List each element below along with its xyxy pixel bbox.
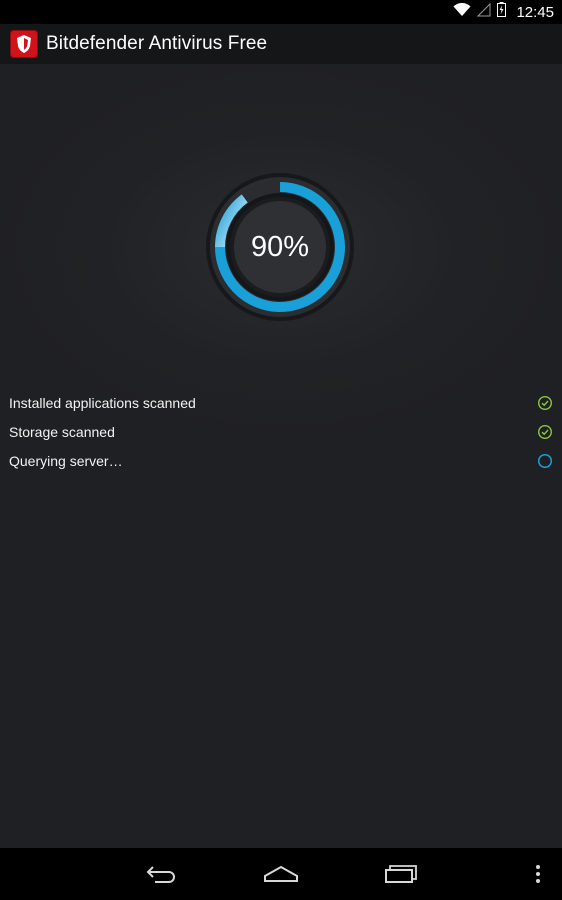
- check-circle-icon: [537, 424, 553, 440]
- overflow-menu-icon[interactable]: [526, 848, 550, 900]
- progress-percent: 90%: [250, 230, 310, 263]
- check-circle-icon: [537, 395, 553, 411]
- home-icon[interactable]: [250, 848, 312, 900]
- status-bar: 12:45: [0, 0, 562, 24]
- list-item: Installed applications scanned: [0, 388, 562, 417]
- recent-apps-icon[interactable]: [370, 848, 432, 900]
- bitdefender-shield-icon[interactable]: [10, 30, 38, 58]
- status-time: 12:45: [516, 3, 554, 21]
- step-label: Installed applications scanned: [9, 394, 196, 411]
- app-title: Bitdefender Antivirus Free: [46, 33, 268, 54]
- progress-circle-icon: [537, 453, 553, 469]
- scan-progress-ring: 90%: [205, 172, 355, 322]
- navigation-bar: [0, 848, 562, 900]
- wifi-icon: [453, 2, 471, 22]
- step-label: Storage scanned: [9, 423, 115, 440]
- status-icons: 12:45: [453, 0, 554, 24]
- scan-steps-list: Installed applications scanned Storage s…: [0, 388, 562, 475]
- action-bar: Bitdefender Antivirus Free: [0, 24, 562, 64]
- cell-signal-icon: [477, 2, 491, 22]
- step-label: Querying server…: [9, 452, 123, 469]
- list-item: Querying server…: [0, 446, 562, 475]
- scan-screen: 90% Installed applications scanned Stora…: [0, 64, 562, 848]
- battery-charging-icon: [497, 2, 507, 22]
- back-icon[interactable]: [132, 848, 192, 900]
- list-item: Storage scanned: [0, 417, 562, 446]
